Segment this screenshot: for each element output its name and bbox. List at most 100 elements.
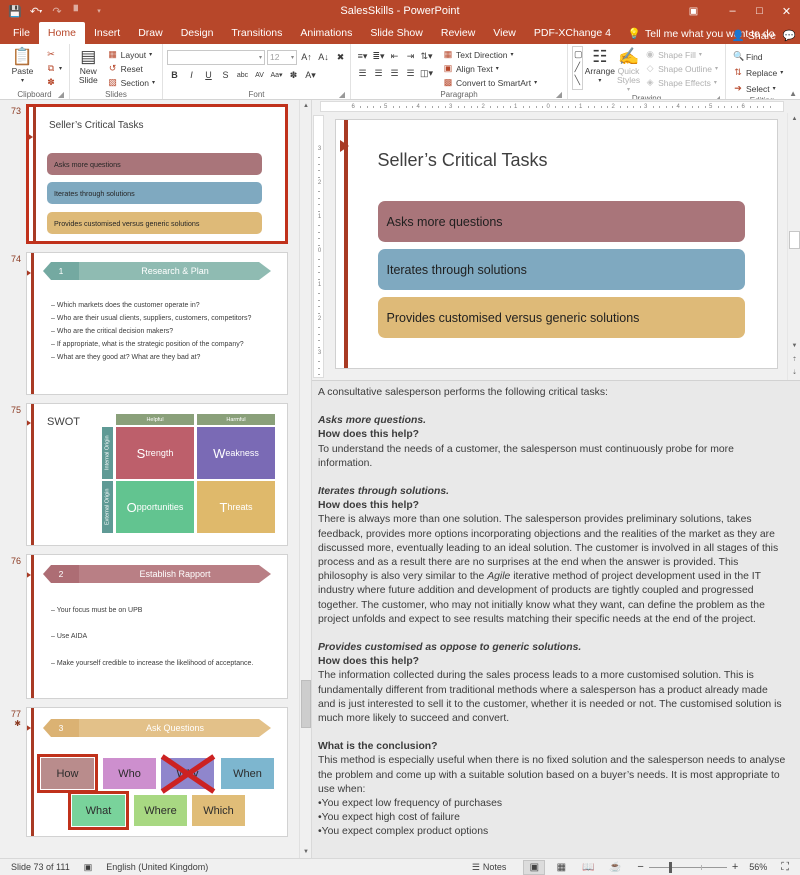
arrange-button[interactable]: ☷ Arrange ▾ [585, 46, 615, 85]
list-item[interactable]: 73 Seller’s Critical Tasks Asks more que… [0, 100, 299, 248]
align-text-button[interactable]: ▣ Align Text ▾ [440, 62, 540, 75]
scrollbar-thumb[interactable] [301, 680, 311, 728]
collapse-ribbon-icon[interactable]: ▲ [789, 89, 797, 98]
start-presentation-icon[interactable]: ▘ [68, 2, 88, 21]
font-dialog-launcher[interactable]: ◢ [339, 89, 345, 99]
decrease-font-size-button[interactable]: A↓ [316, 50, 331, 64]
list-item[interactable]: 77 ✱ 3 Ask Questions How Who When What W… [0, 703, 299, 841]
undo-icon[interactable]: ↶ ▾ [26, 2, 46, 21]
tab-view[interactable]: View [484, 22, 525, 44]
editor-scrollbar[interactable]: ▲ ▼ ⇡ ⇣ [787, 113, 800, 380]
paste-dropdown-arrow[interactable]: ▾ [21, 77, 24, 84]
shape-effects-button[interactable]: ◈ Shape Effects ▾ [642, 76, 721, 89]
fit-to-window-icon[interactable]: ⛶ [774, 861, 796, 874]
shape-fill-button[interactable]: ◉ Shape Fill ▾ [642, 48, 721, 61]
previous-slide-icon[interactable]: ⇡ [788, 353, 800, 365]
tab-transitions[interactable]: Transitions [222, 22, 291, 44]
font-name-input[interactable]: ▾ [167, 49, 265, 65]
font-size-input[interactable]: 12 ▾ [267, 49, 297, 65]
align-left-button[interactable]: ☰ [355, 67, 370, 81]
thumbnail-slide-75[interactable]: SWOT Helpful Harmful Internal Origin Ext… [26, 403, 288, 546]
zoom-level[interactable]: 56% [742, 862, 774, 872]
thumbnail-list[interactable]: 73 Seller’s Critical Tasks Asks more que… [0, 100, 299, 858]
redo-icon[interactable]: ↷ [47, 2, 67, 21]
thumbnail-slide-73[interactable]: Seller’s Critical Tasks Asks more questi… [26, 104, 288, 244]
format-painter-button[interactable]: ✽ [43, 76, 65, 89]
drawing-dialog-launcher[interactable]: ◢ [714, 93, 720, 99]
italic-button[interactable]: I [184, 68, 199, 82]
tab-insert[interactable]: Insert [85, 22, 129, 44]
font-color-button[interactable]: A▾ [303, 68, 318, 82]
restore-button[interactable]: □ [746, 0, 773, 22]
underline-button[interactable]: U [201, 68, 216, 82]
shape-outline-button[interactable]: ◇ Shape Outline ▾ [642, 62, 721, 75]
slide-title[interactable]: Seller’s Critical Tasks [378, 150, 548, 171]
tab-slide-show[interactable]: Slide Show [361, 22, 432, 44]
list-item[interactable]: 75 SWOT Helpful Harmful Internal Origin … [0, 399, 299, 550]
ribbon-display-options-icon[interactable]: ▣ [680, 0, 707, 22]
clear-formatting-button[interactable]: ✖ [333, 50, 348, 64]
tab-design[interactable]: Design [172, 22, 223, 44]
textbox-shape-icon[interactable]: ▢ [574, 48, 582, 61]
bullets-button[interactable]: ≡▾ [355, 50, 370, 64]
notes-button[interactable]: ☰ Notes [465, 862, 514, 873]
paragraph-dialog-launcher[interactable]: ◢ [556, 89, 562, 99]
character-spacing-button[interactable]: AV [252, 68, 267, 82]
cut-button[interactable]: ✂ [43, 48, 65, 61]
paste-button[interactable]: 📋 Paste ▾ [4, 46, 41, 85]
minimize-button[interactable]: – [719, 0, 746, 22]
scroll-down-arrow-icon[interactable]: ▼ [788, 340, 800, 352]
slide-bar-asks-more-questions[interactable]: Asks more questions [377, 201, 745, 242]
change-case-button[interactable]: Aa▾ [269, 68, 284, 82]
rectangle-shape-icon[interactable]: □ [574, 87, 581, 90]
increase-font-size-button[interactable]: A↑ [299, 50, 314, 64]
share-button[interactable]: 👤 Share [732, 29, 776, 43]
slide-bar-provides-customised[interactable]: Provides customised versus generic solut… [377, 297, 745, 338]
select-button[interactable]: ➔ Select ▾ [730, 82, 786, 95]
align-right-button[interactable]: ☰ [387, 67, 402, 81]
thumbnail-slide-76[interactable]: 2 Establish Rapport – Your focus must be… [26, 554, 288, 699]
list-item[interactable]: 76 2 Establish Rapport – Your focus must… [0, 550, 299, 703]
slide-show-view-button[interactable]: ☕ [604, 860, 626, 875]
text-direction-button[interactable]: ▦ Text Direction ▾ [440, 48, 540, 61]
layout-button[interactable]: ▦ Layout ▾ [105, 48, 158, 61]
tab-file[interactable]: File [4, 22, 39, 44]
customize-qat-icon[interactable]: ▾ [89, 2, 109, 21]
text-highlight-color-button[interactable]: ✽ [286, 68, 301, 82]
reset-button[interactable]: ↺ Reset [105, 62, 158, 75]
text-shadow-button[interactable]: S [218, 68, 233, 82]
comments-icon[interactable]: 💬 [783, 29, 796, 42]
justify-button[interactable]: ☰ [403, 67, 418, 81]
notes-pane[interactable]: A consultative salesperson performs the … [312, 380, 800, 858]
copy-button[interactable]: ⧉ ▾ [43, 62, 65, 75]
zoom-track[interactable] [648, 861, 727, 873]
tab-draw[interactable]: Draw [129, 22, 172, 44]
zoom-in-button[interactable]: + [732, 861, 738, 873]
list-item[interactable]: 74 1 Research & Plan – Which markets doe… [0, 248, 299, 399]
tab-review[interactable]: Review [432, 22, 484, 44]
clipboard-dialog-launcher[interactable]: ◢ [58, 89, 64, 99]
save-icon[interactable]: 💾 [5, 2, 25, 21]
reading-view-button[interactable]: 📖 [577, 860, 599, 875]
slide-counter[interactable]: Slide 73 of 111 [4, 862, 77, 872]
scroll-up-arrow-icon[interactable]: ▲ [788, 113, 800, 125]
language-indicator[interactable]: English (United Kingdom) [99, 862, 215, 872]
numbering-button[interactable]: ≣▾ [371, 50, 386, 64]
close-button[interactable]: ✕ [773, 0, 800, 22]
line-arrow-shape-icon[interactable]: ╲ [574, 74, 581, 87]
thumbnail-scrollbar[interactable]: ▲ ▼ [299, 100, 311, 858]
convert-to-smartart-button[interactable]: ▩ Convert to SmartArt ▾ [440, 76, 540, 89]
increase-indent-button[interactable]: ⇥ [403, 50, 418, 64]
line-shape-icon[interactable]: ╱ [574, 61, 581, 74]
scroll-down-arrow-icon[interactable]: ▼ [300, 846, 311, 858]
zoom-slider[interactable]: − + [633, 861, 742, 873]
decrease-indent-button[interactable]: ⇤ [387, 50, 402, 64]
strikethrough-button[interactable]: abc [235, 68, 250, 82]
scroll-up-arrow-icon[interactable]: ▲ [300, 100, 311, 112]
line-spacing-button[interactable]: ⇅▾ [419, 50, 434, 64]
section-button[interactable]: ▧ Section ▾ [105, 76, 158, 89]
accessibility-icon[interactable]: ▣ [77, 862, 100, 873]
slide-sorter-view-button[interactable]: ▦ [550, 860, 572, 875]
new-slide-button[interactable]: ▤ New Slide [74, 46, 103, 85]
tab-animations[interactable]: Animations [291, 22, 361, 44]
